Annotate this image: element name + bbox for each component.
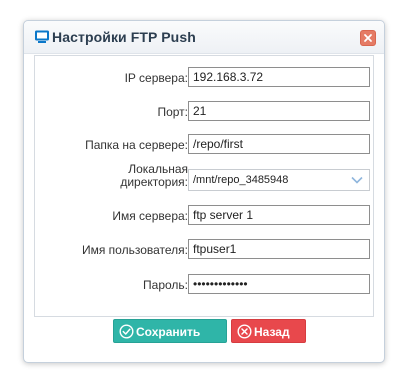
local-dir-label: Локальная директория: xyxy=(120,163,188,189)
form-row-port: Порт: xyxy=(35,101,373,123)
save-button[interactable]: Сохранить xyxy=(113,319,227,343)
dialog-title: Настройки FTP Push xyxy=(52,29,196,45)
x-circle-icon xyxy=(237,324,252,339)
dialog-titlebar: Настройки FTP Push xyxy=(24,21,384,54)
server-name-label: Имя сервера: xyxy=(112,209,188,223)
ip-label: IP сервера: xyxy=(124,71,188,85)
ftp-push-settings-dialog: Настройки FTP Push IP сервера: Порт: Пап… xyxy=(23,20,385,363)
local-dir-select[interactable]: /mnt/repo_3485948 xyxy=(188,169,370,191)
form-row-password: Пароль: xyxy=(35,274,373,296)
username-label: Имя пользователя: xyxy=(81,243,188,257)
back-button-label: Назад xyxy=(254,325,290,339)
screen: Настройки FTP Push IP сервера: Порт: Пап… xyxy=(0,0,394,379)
form-row-username: Имя пользователя: xyxy=(35,239,373,261)
monitor-icon xyxy=(34,29,50,45)
button-bar: Сохранить Назад xyxy=(24,319,384,343)
password-label: Пароль: xyxy=(143,278,188,292)
chevron-down-icon xyxy=(351,176,363,184)
folder-label: Папка на сервере: xyxy=(85,138,188,152)
form-row-folder: Папка на сервере: xyxy=(35,134,373,156)
close-button[interactable] xyxy=(360,30,376,46)
back-button[interactable]: Назад xyxy=(231,319,306,343)
form-row-server-name: Имя сервера: xyxy=(35,205,373,227)
check-circle-icon xyxy=(119,324,134,339)
username-input[interactable] xyxy=(188,239,370,259)
form-row-ip: IP сервера: xyxy=(35,67,373,89)
form-row-local-dir: Локальная директория: /mnt/repo_3485948 xyxy=(35,163,373,191)
local-dir-label-line1: Локальная xyxy=(128,162,188,176)
local-dir-label-line2: директория: xyxy=(120,175,188,189)
server-name-input[interactable] xyxy=(188,205,370,225)
close-icon xyxy=(364,34,372,42)
ip-input[interactable] xyxy=(188,67,370,87)
save-button-label: Сохранить xyxy=(136,325,201,339)
password-input[interactable] xyxy=(188,274,370,294)
folder-input[interactable] xyxy=(188,134,370,154)
settings-form: IP сервера: Порт: Папка на сервере: Лока… xyxy=(34,55,374,317)
local-dir-value: /mnt/repo_3485948 xyxy=(193,174,289,186)
port-label: Порт: xyxy=(157,105,188,119)
port-input[interactable] xyxy=(188,101,370,121)
